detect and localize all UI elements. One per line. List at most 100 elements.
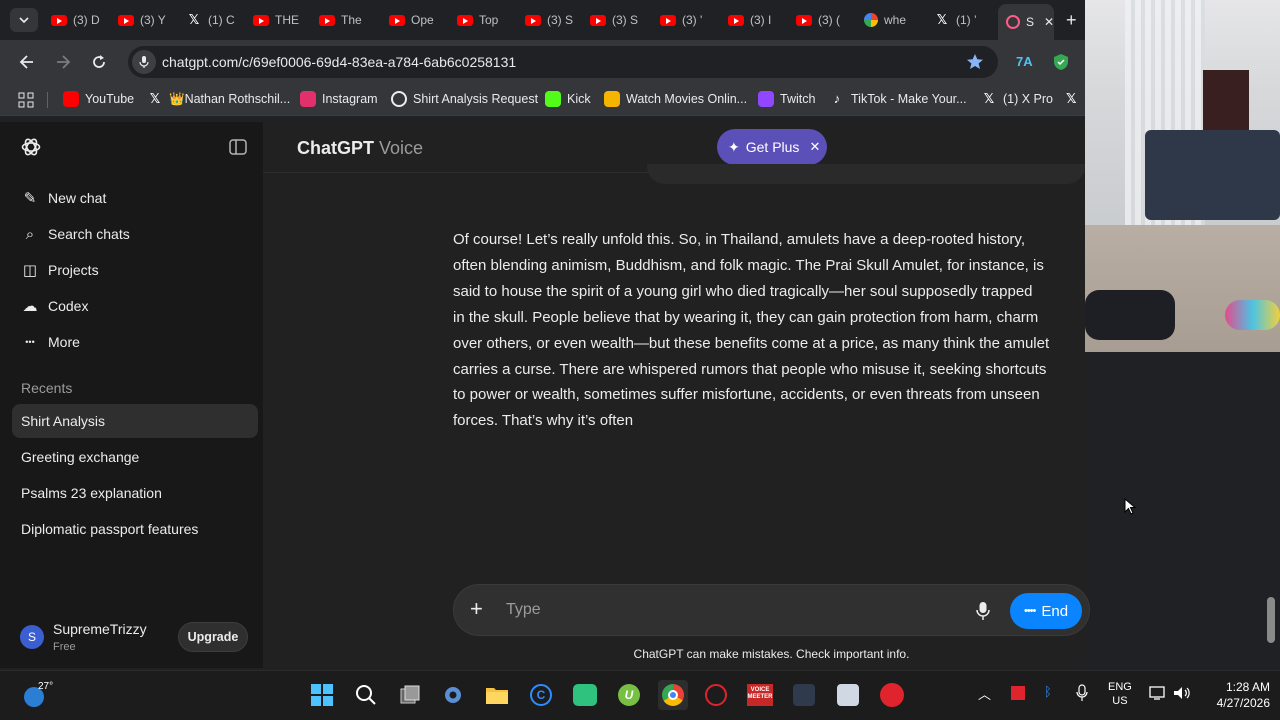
settings-taskbar-icon[interactable] xyxy=(439,681,467,709)
utorrent-icon[interactable]: U xyxy=(615,681,643,709)
ccleaner-icon[interactable]: C xyxy=(527,681,555,709)
browser-tab[interactable]: The xyxy=(319,6,369,34)
user-profile[interactable]: S SupremeTrizzy Free xyxy=(20,615,180,655)
browser-tab[interactable]: S ✕ xyxy=(998,4,1054,40)
sidebar-item-more[interactable]: ••• More xyxy=(12,325,258,359)
bookmark-item[interactable]: YouTube xyxy=(63,91,134,107)
browser-tab[interactable]: (3) Y xyxy=(118,6,168,34)
translate-extension-icon[interactable]: 7A xyxy=(1016,54,1033,69)
tab-title: (3) S xyxy=(612,13,639,27)
search-taskbar-icon[interactable] xyxy=(352,681,380,709)
address-bar[interactable]: chatgpt.com/c/69ef0006-69d4-83ea-a784-6a… xyxy=(128,46,998,78)
sidebar-item-new-chat[interactable]: ✎ New chat xyxy=(12,181,258,215)
bookmark-item[interactable]: Twitch xyxy=(758,91,815,107)
composer: + Type •••• End xyxy=(453,584,1090,636)
bookmark-item[interactable]: ♪ TikTok - Make Your... xyxy=(829,91,967,107)
recent-chat-item[interactable]: Shirt Analysis xyxy=(12,404,258,438)
forward-icon[interactable] xyxy=(54,53,72,71)
x-icon[interactable]: 𝕏 xyxy=(1066,91,1076,107)
back-icon[interactable] xyxy=(18,53,36,71)
youtube-icon xyxy=(457,14,473,26)
browser-tab[interactable]: THE xyxy=(253,6,303,34)
close-icon[interactable]: ✕ xyxy=(809,139,820,155)
model-title: ChatGPT xyxy=(297,138,375,158)
message-line: over others, or even wealth—but these be… xyxy=(453,334,1050,352)
chevron-up-icon[interactable]: ︿ xyxy=(978,684,991,703)
get-plus-button[interactable]: ✦ Get Plus ✕ xyxy=(717,129,827,165)
file-explorer-icon[interactable] xyxy=(483,681,511,709)
sidebar-item-projects[interactable]: ◫ Projects xyxy=(12,253,258,287)
start-button[interactable] xyxy=(308,681,336,709)
browser-tab[interactable]: 𝕏 (1) C xyxy=(186,6,236,34)
snipping-tool-icon[interactable] xyxy=(834,681,862,709)
browser-tab[interactable]: (3) I xyxy=(728,6,778,34)
bookmark-item[interactable]: 𝕏 👑Nathan Rothschil... xyxy=(147,91,290,107)
tab-search-button[interactable] xyxy=(10,8,38,32)
folder-icon: ◫ xyxy=(22,262,38,279)
shield-extension-icon[interactable] xyxy=(1053,53,1069,71)
youtube-icon xyxy=(389,14,405,26)
bookmark-item[interactable]: Kick xyxy=(545,91,591,107)
browser-tab[interactable]: (3) ' xyxy=(660,6,710,34)
browser-tab[interactable]: (3) S xyxy=(590,6,640,34)
browser-tab[interactable]: (3) S xyxy=(525,6,575,34)
chrome-icon[interactable] xyxy=(658,680,688,710)
network-icon[interactable] xyxy=(1149,685,1167,701)
bookmark-item[interactable]: Shirt Analysis Request xyxy=(391,91,538,107)
recent-chat-item[interactable]: Greeting exchange xyxy=(12,440,258,474)
browser-tab[interactable]: whe xyxy=(864,6,914,34)
antivirus-icon[interactable] xyxy=(702,681,730,709)
reload-icon[interactable] xyxy=(90,53,108,71)
bookmark-star-icon[interactable] xyxy=(966,53,984,71)
sidebar-item-search-chats[interactable]: ⌕ Search chats xyxy=(12,217,258,251)
browser-tab[interactable]: 𝕏 (1) ’ xyxy=(934,6,984,34)
capcut-icon[interactable] xyxy=(790,681,818,709)
browser-tab[interactable]: (3) ( xyxy=(796,6,846,34)
youtube-icon xyxy=(728,14,744,26)
sparkle-icon: ✦ xyxy=(728,138,740,155)
site-info-icon[interactable] xyxy=(132,50,156,74)
search-icon: ⌕ xyxy=(25,225,35,243)
task-view-icon[interactable] xyxy=(396,681,424,709)
bookmark-item[interactable]: Watch Movies Onlin... xyxy=(604,91,747,107)
sidebar-toggle-icon[interactable] xyxy=(229,139,247,155)
volume-icon[interactable] xyxy=(1173,685,1191,701)
add-attachment-button[interactable]: + xyxy=(470,597,483,621)
scrollbar[interactable] xyxy=(1267,597,1275,643)
sidebar-item-codex[interactable]: ☁ Codex xyxy=(12,289,258,323)
recent-chat-item[interactable]: Psalms 23 explanation xyxy=(12,476,258,510)
composer-input[interactable]: Type xyxy=(506,601,541,619)
voicemeeter-icon[interactable]: VOICE MEETER xyxy=(746,681,774,709)
chatgpt-logo-icon[interactable] xyxy=(20,136,42,158)
codex-icon: ☁ xyxy=(22,298,38,315)
clock[interactable]: 1:28 AM 4/27/2026 xyxy=(1200,679,1270,711)
chat-app-icon[interactable] xyxy=(571,681,599,709)
close-tab-icon[interactable]: ✕ xyxy=(1044,15,1054,29)
language-indicator[interactable]: ENG US xyxy=(1108,680,1132,708)
tab-title: (3) ( xyxy=(818,13,840,27)
bookmark-label: Twitch xyxy=(780,92,816,106)
chatgpt-icon xyxy=(391,91,407,107)
amd-tray-icon[interactable] xyxy=(1011,686,1025,700)
end-voice-button[interactable]: •••• End xyxy=(1010,593,1082,629)
instagram-icon xyxy=(300,91,316,107)
tab-title: The xyxy=(341,13,362,27)
new-tab-button[interactable]: + xyxy=(1066,10,1077,31)
bookmark-label: Watch Movies Onlin... xyxy=(626,92,748,106)
upgrade-button[interactable]: Upgrade xyxy=(178,622,248,652)
bookmark-item[interactable]: Instagram xyxy=(300,91,378,107)
mode-subtitle: Voice xyxy=(379,138,424,158)
weather-widget[interactable]: 27° xyxy=(24,681,64,711)
microphone-icon[interactable] xyxy=(976,601,990,621)
browser-tab[interactable]: Top xyxy=(457,6,507,34)
microphone-tray-icon[interactable] xyxy=(1076,684,1088,702)
apps-grid-icon[interactable] xyxy=(18,92,34,108)
recent-chat-item[interactable]: Diplomatic passport features xyxy=(12,512,258,546)
obs-icon[interactable] xyxy=(878,681,906,709)
url-text: chatgpt.com/c/69ef0006-69d4-83ea-a784-6a… xyxy=(162,54,517,70)
bookmark-item[interactable]: 𝕏 (1) X Pro xyxy=(981,91,1053,107)
browser-tab[interactable]: Ope xyxy=(389,6,439,34)
browser-tab[interactable]: (3) D xyxy=(51,6,101,34)
sidebar: ✎ New chat ⌕ Search chats ◫ Projects ☁ Codex •••… xyxy=(0,122,263,668)
bluetooth-icon[interactable]: ᛒ xyxy=(1044,684,1052,699)
